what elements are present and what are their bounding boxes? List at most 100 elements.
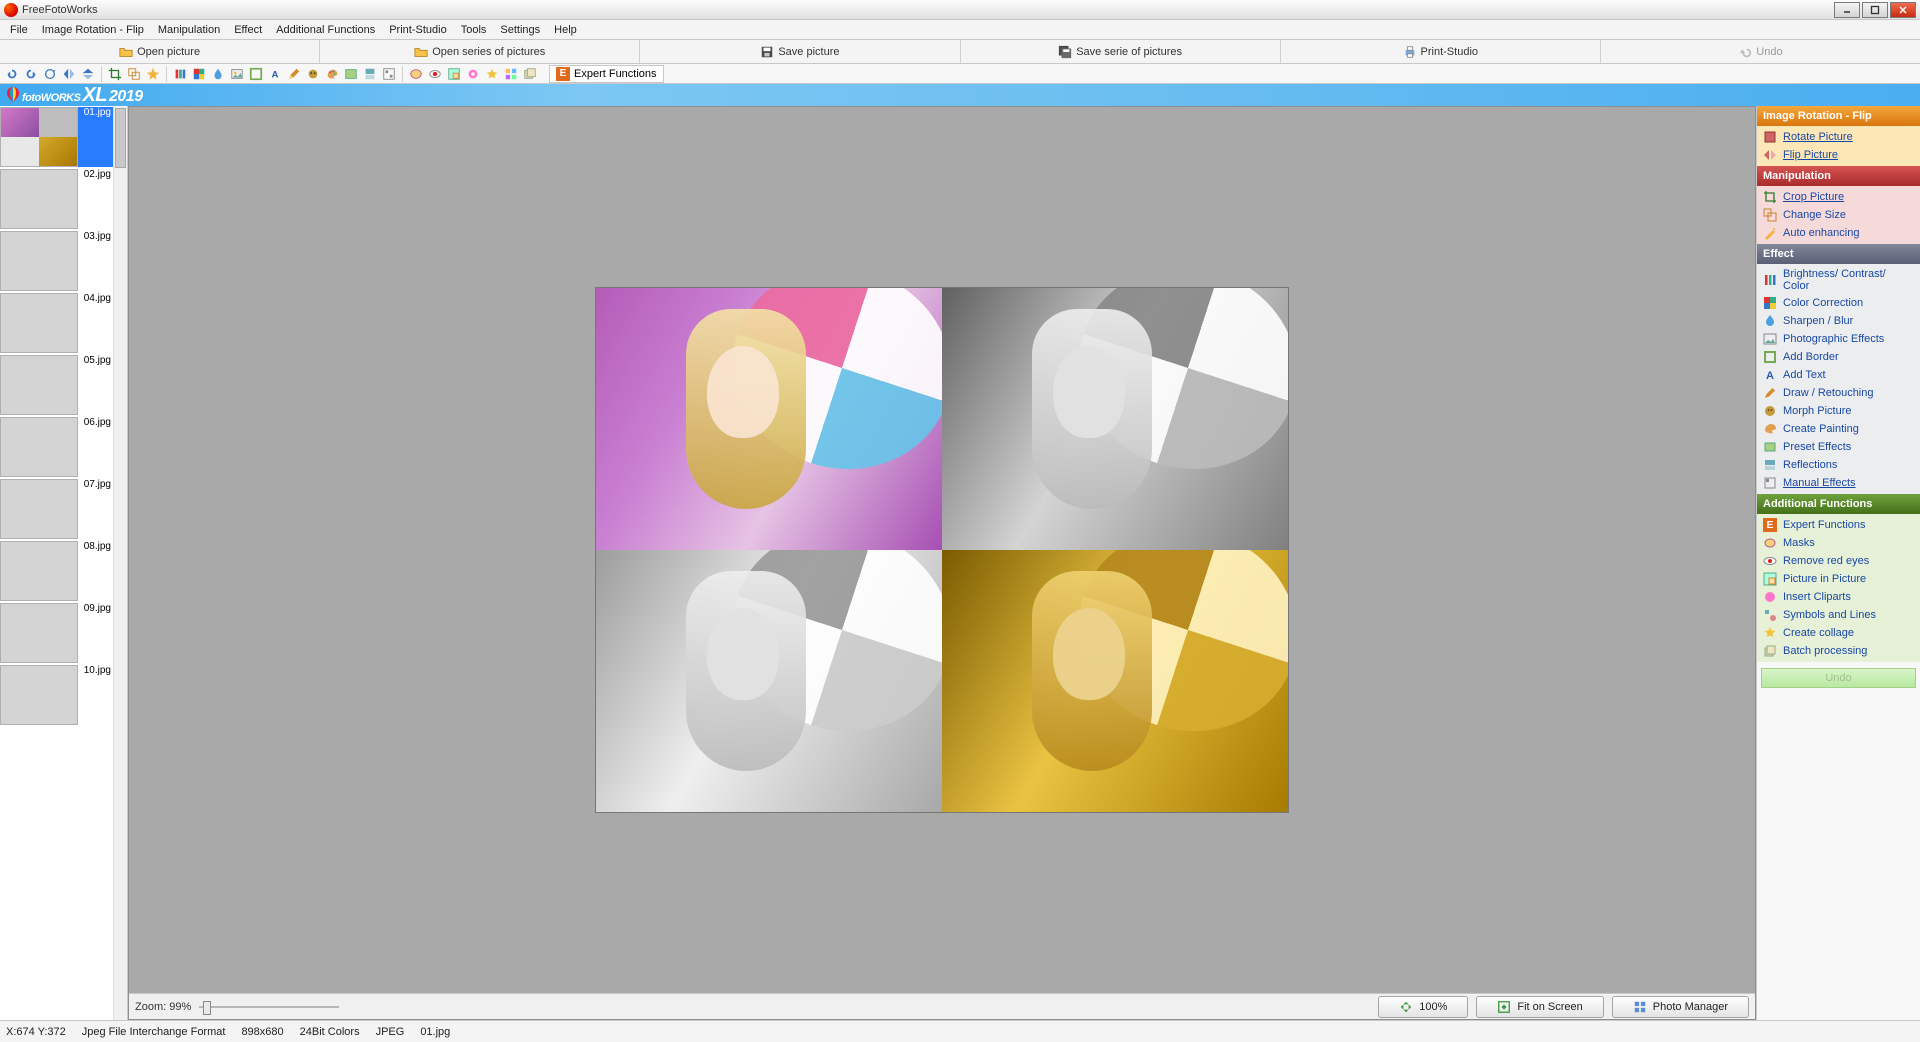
print-studio-button[interactable]: Print-Studio [1281, 40, 1601, 63]
add-text-link[interactable]: AAdd Text [1757, 366, 1920, 384]
fit-screen-button[interactable]: Fit on Screen [1476, 996, 1603, 1018]
menu-settings[interactable]: Settings [494, 22, 546, 38]
photo-effects-icon[interactable] [229, 66, 245, 82]
menu-manipulation[interactable]: Manipulation [152, 22, 226, 38]
rotate-arb-icon[interactable] [42, 66, 58, 82]
reflections-link[interactable]: Reflections [1757, 456, 1920, 474]
crop-picture-link[interactable]: Crop Picture [1757, 188, 1920, 206]
draw-icon[interactable] [286, 66, 302, 82]
sharpen-blur-link[interactable]: Sharpen / Blur [1757, 312, 1920, 330]
reflection-icon[interactable] [362, 66, 378, 82]
symbols-lines-link[interactable]: Symbols and Lines [1757, 606, 1920, 624]
flip-icon [1763, 148, 1777, 162]
add-border-icon[interactable] [248, 66, 264, 82]
remove-redeye-link[interactable]: Remove red eyes [1757, 552, 1920, 570]
app-icon [4, 3, 18, 17]
menu-file[interactable]: File [4, 22, 34, 38]
menu-print-studio[interactable]: Print-Studio [383, 22, 452, 38]
minimize-button[interactable] [1834, 2, 1860, 18]
masks-link[interactable]: Masks [1757, 534, 1920, 552]
expert-functions-label: Expert Functions [574, 68, 657, 80]
flip-picture-link[interactable]: Flip Picture [1757, 146, 1920, 164]
change-size-link[interactable]: Change Size [1757, 206, 1920, 224]
picture-in-picture-link[interactable]: Picture in Picture [1757, 570, 1920, 588]
open-series-button[interactable]: Open series of pictures [320, 40, 640, 63]
window-title: FreeFotoWorks [22, 4, 1834, 16]
symbols-icon[interactable] [484, 66, 500, 82]
photo-effects-link[interactable]: Photographic Effects [1757, 330, 1920, 348]
thumbnail-filename: 02.jpg [84, 169, 111, 180]
menu-effect[interactable]: Effect [228, 22, 268, 38]
flip-horizontal-icon[interactable] [61, 66, 77, 82]
clipart-icon[interactable] [465, 66, 481, 82]
morph-icon[interactable] [305, 66, 321, 82]
thumbnail-item[interactable]: 03.jpg [0, 231, 113, 291]
manual-effects-icon[interactable] [381, 66, 397, 82]
save-series-label: Save serie of pictures [1076, 46, 1182, 58]
manual-effects-link[interactable]: Manual Effects [1757, 474, 1920, 492]
thumbnail-item[interactable]: 02.jpg [0, 169, 113, 229]
undo-button[interactable]: Undo [1601, 40, 1920, 63]
zoom-slider[interactable] [199, 1000, 339, 1014]
auto-enhancing-link[interactable]: Auto enhancing [1757, 224, 1920, 242]
maximize-button[interactable] [1862, 2, 1888, 18]
save-series-button[interactable]: Save serie of pictures [961, 40, 1281, 63]
brightness-icon[interactable] [172, 66, 188, 82]
redeye-icon[interactable] [427, 66, 443, 82]
rotate-left-icon[interactable] [4, 66, 20, 82]
panel-undo-button[interactable]: Undo [1761, 668, 1916, 688]
close-button[interactable] [1890, 2, 1916, 18]
logo-text-year: 2019 [109, 88, 143, 106]
status-coords: X:674 Y:372 [6, 1026, 66, 1038]
insert-cliparts-link[interactable]: Insert Cliparts [1757, 588, 1920, 606]
rotate-picture-link[interactable]: Rotate Picture [1757, 128, 1920, 146]
rotate-right-icon[interactable] [23, 66, 39, 82]
canvas-view[interactable] [129, 107, 1755, 993]
thumbnail-item[interactable]: 04.jpg [0, 293, 113, 353]
mask-icon[interactable] [408, 66, 424, 82]
thumbnail-item[interactable]: 07.jpg [0, 479, 113, 539]
sharpen-blur-icon[interactable] [210, 66, 226, 82]
photo-manager-button[interactable]: Photo Manager [1612, 996, 1749, 1018]
menu-tools[interactable]: Tools [455, 22, 493, 38]
thumbnail-item[interactable]: 08.jpg [0, 541, 113, 601]
pip-icon[interactable] [446, 66, 462, 82]
expert-functions-link[interactable]: EExpert Functions [1757, 516, 1920, 534]
save-picture-button[interactable]: Save picture [640, 40, 960, 63]
color-correction-link[interactable]: Color Correction [1757, 294, 1920, 312]
brightness-contrast-link[interactable]: Brightness/ Contrast/ Color [1757, 266, 1920, 294]
preset-effects-link[interactable]: Preset Effects [1757, 438, 1920, 456]
thumbnail-scrollbar[interactable] [113, 106, 127, 1020]
draw-retouch-link[interactable]: Draw / Retouching [1757, 384, 1920, 402]
menu-additional-functions[interactable]: Additional Functions [270, 22, 381, 38]
thumbnail-item[interactable]: 06.jpg [0, 417, 113, 477]
add-text-icon[interactable]: A [267, 66, 283, 82]
menu-image-rotation-flip[interactable]: Image Rotation - Flip [36, 22, 150, 38]
expert-functions-button[interactable]: E Expert Functions [549, 65, 664, 83]
batch-processing-link[interactable]: Batch processing [1757, 642, 1920, 660]
thumbnail-list[interactable]: 01.jpg 02.jpg 03.jpg 04.jpg 05.jpg 06.jp… [0, 106, 113, 1020]
batch-icon[interactable] [522, 66, 538, 82]
menu-help[interactable]: Help [548, 22, 583, 38]
create-collage-link[interactable]: Create collage [1757, 624, 1920, 642]
morph-link[interactable]: Morph Picture [1757, 402, 1920, 420]
thumbnail-item[interactable]: 01.jpg [0, 107, 113, 167]
add-border-link[interactable]: Add Border [1757, 348, 1920, 366]
crop-icon[interactable] [107, 66, 123, 82]
thumbnail-item[interactable]: 09.jpg [0, 603, 113, 663]
thumbnail-item[interactable]: 10.jpg [0, 665, 113, 725]
flip-vertical-icon[interactable] [80, 66, 96, 82]
floppy-multi-icon [1058, 45, 1072, 59]
collage-icon[interactable] [503, 66, 519, 82]
thumbnail-item[interactable]: 05.jpg [0, 355, 113, 415]
color-correction-icon[interactable] [191, 66, 207, 82]
resize-icon[interactable] [126, 66, 142, 82]
painting-icon[interactable] [324, 66, 340, 82]
open-picture-button[interactable]: Open picture [0, 40, 320, 63]
logo-text-works: WORKS [41, 92, 81, 104]
painting-link[interactable]: Create Painting [1757, 420, 1920, 438]
zoom-100-button[interactable]: 100% [1378, 996, 1468, 1018]
auto-enhance-icon[interactable] [145, 66, 161, 82]
palette-icon [1763, 422, 1777, 436]
preset-effects-icon[interactable] [343, 66, 359, 82]
